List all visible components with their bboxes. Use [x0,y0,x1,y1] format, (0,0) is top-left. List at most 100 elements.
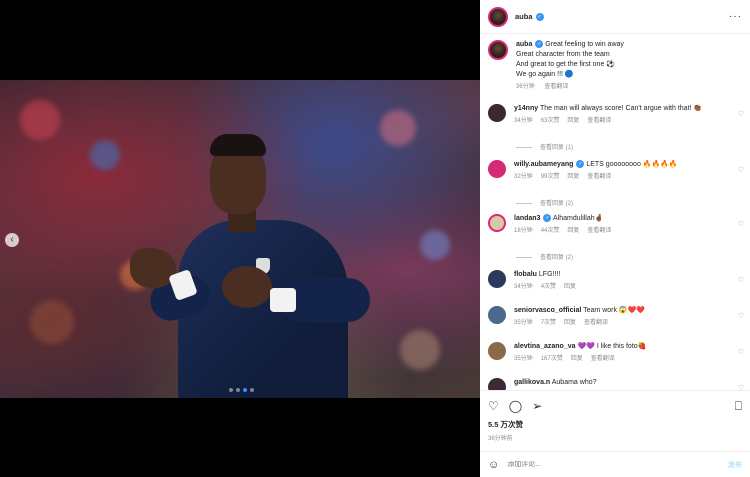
comment-likes[interactable]: 4次赞 [541,284,556,290]
more-options-icon[interactable]: ··· [729,11,742,22]
view-replies-link[interactable]: 查看回复 (2) [516,252,573,261]
verified-icon: ✓ [535,12,544,21]
commenter-username[interactable]: willy.aubameyang [514,161,573,168]
comment-like-icon[interactable]: ♡ [738,276,744,284]
emoji-icon[interactable]: ☺ [488,459,499,471]
reply-link[interactable]: 回复 [567,228,579,234]
comment-like-icon[interactable]: ♡ [738,348,744,356]
commenter-username[interactable]: alevtina_azano_va [514,343,575,350]
post-header: auba ✓ ··· [480,0,750,34]
commenter-avatar[interactable] [488,214,506,232]
translate-link[interactable]: 查看翻译 [587,118,611,124]
commenter-username[interactable]: gallikova.n [514,379,550,386]
comment-item: seniorvasco_official Team work 😱❤️❤️ 35分钟… [488,306,746,328]
comment-like-icon[interactable]: ♡ [738,312,744,320]
like-icon[interactable]: ♡ [488,399,499,413]
comment-likes[interactable]: 7次赞 [541,320,556,326]
commenter-avatar[interactable] [488,104,506,122]
commenter-avatar[interactable] [488,306,506,324]
view-replies-link[interactable]: 查看回复 (2) [516,198,573,207]
comment-item: alevtina_azano_va 💜💜 I like this foto🍓 35… [488,342,746,364]
comment-text: 💜💜 I like this foto🍓 [577,343,647,350]
commenter-username[interactable]: flobalu [514,271,537,278]
add-comment-bar: ☺ 发布 [480,451,750,477]
commenter-avatar[interactable] [488,270,506,288]
post-side-panel: auba ✓ ··· auba ✓ Great feeling to win aw… [480,0,750,477]
commenter-avatar[interactable] [488,378,506,390]
comment-time: 18分钟 [514,228,533,234]
comment-likes[interactable]: 99次赞 [541,174,560,180]
comment-text: Aubama who? [551,379,597,386]
comment-text: The man will always score! Can't argue w… [539,105,703,112]
view-replies-link[interactable]: 查看回复 (1) [516,142,573,151]
comment-time: 34分钟 [514,118,533,124]
commenter-avatar[interactable] [488,342,506,360]
comment-likes[interactable]: 167次赞 [541,356,563,362]
reply-link[interactable]: 回复 [571,356,583,362]
caption-avatar[interactable] [488,40,508,60]
comment-time: 34分钟 [514,284,533,290]
carousel-prev-button[interactable]: ‹ [5,233,19,247]
view-replies-label: 查看回复 (2) [540,201,574,207]
caption-line: We go again !!! 🔵 [516,71,574,78]
commenter-username[interactable]: seniorvasco_official [514,307,581,314]
commenter-username[interactable]: landan3 [514,215,540,222]
verified-icon: ✓ [543,214,552,223]
comment-like-icon[interactable]: ♡ [738,166,744,174]
likes-count[interactable]: 5.5 万次赞 [488,419,523,430]
commenter-username[interactable]: y14nny [514,105,538,112]
translate-link[interactable]: 查看翻译 [591,356,615,362]
comments-list[interactable]: auba ✓ Great feeling to win away Great ch… [480,34,750,390]
view-replies-label: 查看回复 (1) [540,145,574,151]
comment-item: y14nny The man will always score! Can't … [488,104,746,126]
carousel-dot[interactable] [243,388,247,392]
share-icon[interactable]: ➢ [532,399,542,413]
translate-link[interactable]: 查看翻译 [587,174,611,180]
caption-username[interactable]: auba [516,41,532,48]
player-figure [130,128,390,398]
save-icon[interactable]: ⎕ [735,399,742,413]
comment-icon[interactable]: ◯ [509,399,522,413]
caption-time: 36分钟 [516,84,535,90]
author-username[interactable]: auba [515,12,533,21]
comment-time: 32分钟 [514,174,533,180]
translate-link[interactable]: 查看翻译 [584,320,608,326]
carousel-dot[interactable] [250,388,254,392]
post-time: 36分钟前 [488,436,513,442]
comment-time: 35分钟 [514,356,533,362]
caption: auba ✓ Great feeling to win away Great ch… [488,40,746,92]
translate-link[interactable]: 查看翻译 [587,228,611,234]
comment-like-icon[interactable]: ♡ [738,110,744,118]
comment-like-icon[interactable]: ♡ [738,220,744,228]
caption-line: Great character from the team [516,51,610,58]
comment-likes[interactable]: 63次赞 [541,118,560,124]
post-photo [0,80,480,398]
caption-line: And great to get the first one ⚽ [516,61,615,68]
verified-icon: ✓ [576,160,585,169]
commenter-avatar[interactable] [488,160,506,178]
view-replies-label: 查看回复 (2) [540,255,574,261]
verified-icon: ✓ [535,40,544,49]
post-actions: ♡ ◯ ➢ ⎕ 5.5 万次赞 36分钟前 [480,390,750,442]
reply-link[interactable]: 回复 [564,284,576,290]
comment-text: Alhamdulillah🤞🏾 [553,215,604,222]
caption-line: Great feeling to win away [545,41,624,48]
comment-likes[interactable]: 44次赞 [541,228,560,234]
carousel-dot[interactable] [236,388,240,392]
comment-text: LFG!!!! [538,271,561,278]
reply-link[interactable]: 回复 [564,320,576,326]
comment-time: 35分钟 [514,320,533,326]
post-media: ‹ [0,0,480,477]
carousel-indicator [229,388,254,392]
comment-input[interactable] [507,461,728,468]
comment-text: LETS goooooooo 🔥🔥🔥🔥 [586,161,678,168]
caption-translate-link[interactable]: 查看翻译 [544,84,568,90]
reply-link[interactable]: 回复 [567,118,579,124]
post-comment-button[interactable]: 发布 [728,460,742,470]
comment-text: Team work 😱❤️❤️ [583,307,646,314]
reply-link[interactable]: 回复 [567,174,579,180]
carousel-dot[interactable] [229,388,233,392]
author-avatar[interactable] [488,6,508,27]
comment-item: flobalu LFG!!!! 34分钟 4次赞 回复 ♡ [488,270,746,292]
comment-item: willy.aubameyang ✓ LETS goooooooo 🔥🔥🔥🔥 32分… [488,160,746,182]
